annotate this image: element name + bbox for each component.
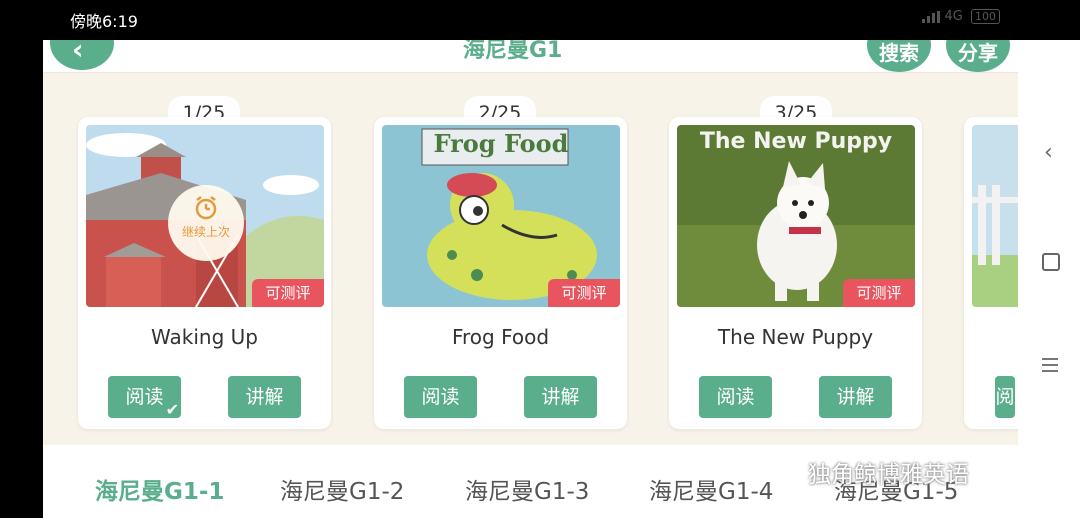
- app-screen: ‹ 海尼曼G1 搜索 分享 1/25 继续上次 可测评 Waking Up 阅读…: [43, 40, 1018, 518]
- header-bar: ‹ 海尼曼G1 搜索 分享: [43, 40, 1018, 73]
- status-indicators: 4G 100: [922, 9, 1000, 24]
- book-title: Waking Up: [151, 325, 258, 349]
- book-card[interactable]: 阅: [964, 117, 1018, 429]
- evaluable-tag: 可测评: [548, 279, 620, 307]
- tab-g1-4[interactable]: 海尼曼G1-4: [649, 472, 773, 506]
- book-title: Frog Food: [451, 325, 550, 349]
- battery-icon: 100: [971, 9, 1000, 24]
- search-button[interactable]: 搜索: [867, 40, 931, 72]
- share-button[interactable]: 分享: [946, 40, 1010, 72]
- resume-badge[interactable]: 继续上次: [168, 185, 244, 261]
- back-button[interactable]: ‹: [50, 40, 114, 70]
- read-button-label: 阅读: [125, 386, 164, 408]
- book-card[interactable]: 继续上次 可测评 Waking Up 阅读 ✔ 讲解: [78, 117, 331, 429]
- explain-button[interactable]: 讲解: [524, 376, 597, 418]
- nav-menu-icon[interactable]: [1042, 358, 1058, 376]
- resume-label: 继续上次: [181, 225, 230, 239]
- book-cover[interactable]: 继续上次 可测评: [86, 125, 324, 307]
- alarm-clock-icon: [195, 196, 217, 220]
- watermark: 独角鲸博雅英语: [808, 462, 969, 488]
- signal-icon: [922, 10, 941, 23]
- garden-illustration: [972, 125, 1018, 307]
- read-button[interactable]: 阅: [995, 376, 1015, 418]
- read-button[interactable]: 阅读: [404, 376, 477, 418]
- nav-home-icon[interactable]: [1042, 253, 1060, 271]
- book-card[interactable]: The New Puppy 可测评 The New Puppy 阅读 讲解: [669, 117, 922, 429]
- battery-level: 100: [975, 10, 996, 23]
- tab-g1-3[interactable]: 海尼曼G1-3: [465, 472, 589, 506]
- book-card[interactable]: Frog Food 可测评 Frog Food 阅读 讲解: [374, 117, 627, 429]
- book-cover[interactable]: The New Puppy 可测评: [677, 125, 915, 307]
- check-icon: ✔: [165, 400, 179, 419]
- read-button[interactable]: 阅读 ✔: [108, 376, 181, 418]
- evaluable-tag: 可测评: [843, 279, 915, 307]
- system-nav-bar: ‹: [1018, 40, 1080, 518]
- cover-title: The New Puppy: [699, 129, 893, 154]
- cover-title: Frog Food: [433, 129, 569, 158]
- book-title: The New Puppy: [717, 325, 874, 349]
- status-time: 傍晚6:19: [70, 12, 138, 31]
- evaluable-tag: 可测评: [252, 279, 324, 307]
- chevron-left-icon: ‹: [72, 40, 84, 66]
- explain-button[interactable]: 讲解: [819, 376, 892, 418]
- book-cover[interactable]: [972, 125, 1018, 307]
- explain-button[interactable]: 讲解: [228, 376, 301, 418]
- page-title: 海尼曼G1: [463, 40, 563, 63]
- status-bar: 傍晚6:19 4G 100: [0, 0, 1080, 40]
- tab-g1-1[interactable]: 海尼曼G1-1: [95, 472, 224, 506]
- nav-back-icon[interactable]: ‹: [1044, 140, 1053, 165]
- network-type: 4G: [944, 9, 963, 24]
- tab-g1-2[interactable]: 海尼曼G1-2: [280, 472, 404, 506]
- read-button[interactable]: 阅读: [699, 376, 772, 418]
- book-cover[interactable]: Frog Food 可测评: [382, 125, 620, 307]
